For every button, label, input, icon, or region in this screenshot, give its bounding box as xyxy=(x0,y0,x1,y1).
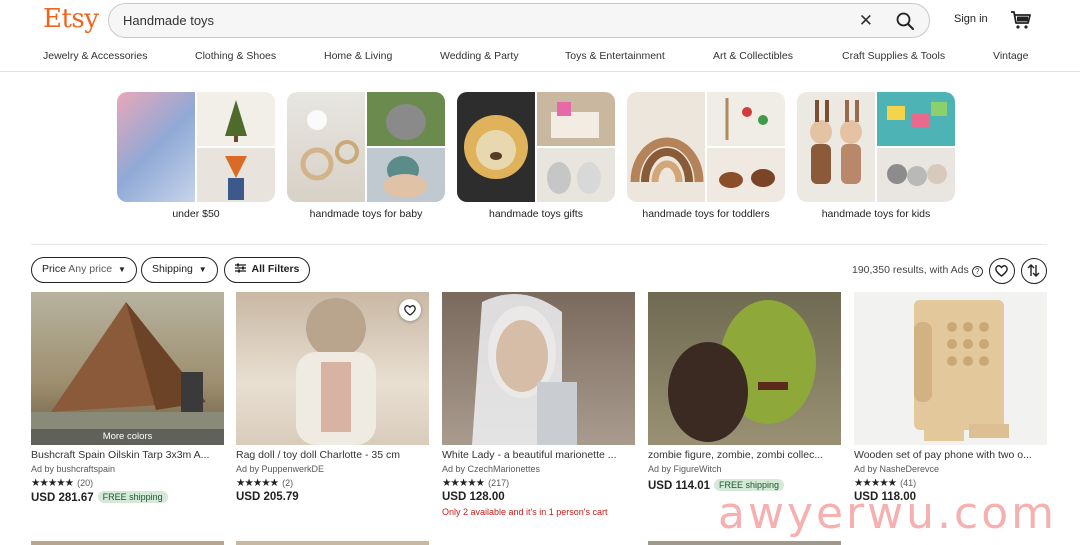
price-value: USD 128.00 xyxy=(442,491,505,503)
nav-item-wedding[interactable]: Wedding & Party xyxy=(440,50,519,62)
listing-rating: ★★★★★ (2) xyxy=(236,477,429,489)
section-divider xyxy=(31,244,1047,245)
category-label: handmade toys for kids xyxy=(821,208,931,220)
shipping-filter-button[interactable]: Shipping ▼ xyxy=(141,257,218,283)
review-count: (41) xyxy=(900,478,917,488)
sort-arrows-icon xyxy=(1027,264,1040,277)
clear-search-icon[interactable]: ✕ xyxy=(859,11,873,31)
listing-shop: Ad by bushcraftspain xyxy=(31,464,116,474)
price-filter-value: Any price xyxy=(68,263,113,275)
search-input[interactable]: Handmade toys xyxy=(123,13,214,28)
search-icon[interactable] xyxy=(895,11,915,31)
header: Etsy Handmade toys ✕ Sign in xyxy=(0,0,1080,40)
listing-rating: ★★★★★ (217) xyxy=(442,477,635,489)
category-image xyxy=(117,92,275,202)
listing-title[interactable]: Wooden set of pay phone with two o... xyxy=(854,449,1047,461)
etsy-logo[interactable]: Etsy xyxy=(43,4,99,34)
listing-title[interactable]: Rag doll / toy doll Charlotte - 35 cm xyxy=(236,449,429,461)
category-label: handmade toys for toddlers xyxy=(642,208,770,220)
nav-item-clothing[interactable]: Clothing & Shoes xyxy=(195,50,276,62)
nav-item-craft[interactable]: Craft Supplies & Tools xyxy=(842,50,945,62)
listing-title[interactable]: Bushcraft Spain Oilskin Tarp 3x3m A... xyxy=(31,449,224,461)
rating-stars: ★★★★★ xyxy=(442,477,485,489)
price-value: USD 114.01 xyxy=(648,480,711,492)
category-card-toddlers[interactable]: handmade toys for toddlers xyxy=(627,92,785,220)
category-image xyxy=(457,92,615,202)
review-count: (2) xyxy=(282,478,294,488)
nav-item-vintage[interactable]: Vintage xyxy=(993,50,1028,62)
results-text: 190,350 results, with Ads xyxy=(852,264,969,276)
all-filters-button[interactable]: All Filters xyxy=(224,257,311,283)
nav-item-jewelry[interactable]: Jewelry & Accessories xyxy=(43,50,147,62)
review-count: (217) xyxy=(488,478,510,488)
next-row-image xyxy=(236,541,429,545)
favorite-button[interactable] xyxy=(399,299,421,321)
free-shipping-badge: FREE shipping xyxy=(97,491,168,503)
cart-icon[interactable] xyxy=(1010,10,1032,30)
listing-image[interactable] xyxy=(442,292,635,445)
help-icon[interactable]: ? xyxy=(971,266,983,277)
category-image xyxy=(627,92,785,202)
listing-title[interactable]: zombie figure, zombie, zombi collec... xyxy=(648,449,841,461)
price-filter-label: Price xyxy=(42,263,66,275)
nav-item-home[interactable]: Home & Living xyxy=(324,50,392,62)
results-count: 190,350 results, with Ads? xyxy=(852,264,983,277)
chevron-down-icon: ▼ xyxy=(117,265,126,274)
listing-shop: Ad by PuppenwerkDE xyxy=(236,464,325,474)
listing-price: USD 205.79 xyxy=(236,491,429,503)
sliders-icon xyxy=(235,263,246,273)
category-card-kids[interactable]: handmade toys for kids xyxy=(797,92,955,220)
shipping-filter-label: Shipping xyxy=(152,263,193,275)
save-search-button[interactable] xyxy=(989,258,1015,284)
sign-in-link[interactable]: Sign in xyxy=(954,13,988,25)
next-row-image xyxy=(31,541,224,545)
price-value: USD 205.79 xyxy=(236,491,299,503)
stock-warning: Only 2 available and it's in 1 person's … xyxy=(442,507,608,517)
listing-price: USD 128.00 xyxy=(442,491,635,503)
heart-icon xyxy=(995,265,1008,277)
more-colors-label: More colors xyxy=(31,429,224,445)
nav-item-toys[interactable]: Toys & Entertainment xyxy=(565,50,665,62)
listing-image[interactable]: More colors xyxy=(31,292,224,445)
sort-button[interactable] xyxy=(1021,258,1047,284)
all-filters-label: All Filters xyxy=(251,263,300,275)
nav-item-art[interactable]: Art & Collectibles xyxy=(713,50,793,62)
next-row-image xyxy=(648,541,841,545)
listing-card[interactable]: Rag doll / toy doll Charlotte - 35 cm Ad… xyxy=(236,292,429,503)
chevron-down-icon: ▼ xyxy=(198,265,207,274)
listing-title[interactable]: White Lady - a beautiful marionette ... xyxy=(442,449,635,461)
search-bar[interactable]: Handmade toys ✕ xyxy=(108,3,930,38)
heart-icon xyxy=(404,305,416,316)
review-count: (20) xyxy=(77,478,94,488)
category-label: under $50 xyxy=(172,208,220,220)
rating-stars: ★★★★★ xyxy=(236,477,279,489)
rating-stars: ★★★★★ xyxy=(31,477,74,489)
listing-image[interactable] xyxy=(854,292,1047,445)
category-label: handmade toys for baby xyxy=(309,208,423,220)
listing-price: USD 281.67 FREE shipping xyxy=(31,491,224,504)
listing-shop: Ad by NasheDerevce xyxy=(854,464,940,474)
listing-image[interactable] xyxy=(648,292,841,445)
category-card-gifts[interactable]: handmade toys gifts xyxy=(457,92,615,220)
category-card-baby[interactable]: handmade toys for baby xyxy=(287,92,445,220)
category-card-under-50[interactable]: under $50 xyxy=(117,92,275,220)
category-label: handmade toys gifts xyxy=(489,208,583,220)
category-image xyxy=(287,92,445,202)
watermark: awyerwu.com xyxy=(718,488,1057,539)
listing-shop: Ad by CzechMarionettes xyxy=(442,464,541,474)
listing-image[interactable] xyxy=(236,292,429,445)
price-value: USD 281.67 xyxy=(31,492,94,504)
listing-card[interactable]: More colors Bushcraft Spain Oilskin Tarp… xyxy=(31,292,224,504)
listing-card[interactable]: White Lady - a beautiful marionette ... … xyxy=(442,292,635,517)
listing-card[interactable]: zombie figure, zombie, zombi collec... A… xyxy=(648,292,841,492)
category-nav: Jewelry & Accessories Clothing & Shoes H… xyxy=(0,44,1080,72)
category-image xyxy=(797,92,955,202)
listing-rating: ★★★★★ (20) xyxy=(31,477,224,489)
price-filter-button[interactable]: Price Any price ▼ xyxy=(31,257,137,283)
listing-shop: Ad by FigureWitch xyxy=(648,464,722,474)
listing-card[interactable]: Wooden set of pay phone with two o... Ad… xyxy=(854,292,1047,503)
